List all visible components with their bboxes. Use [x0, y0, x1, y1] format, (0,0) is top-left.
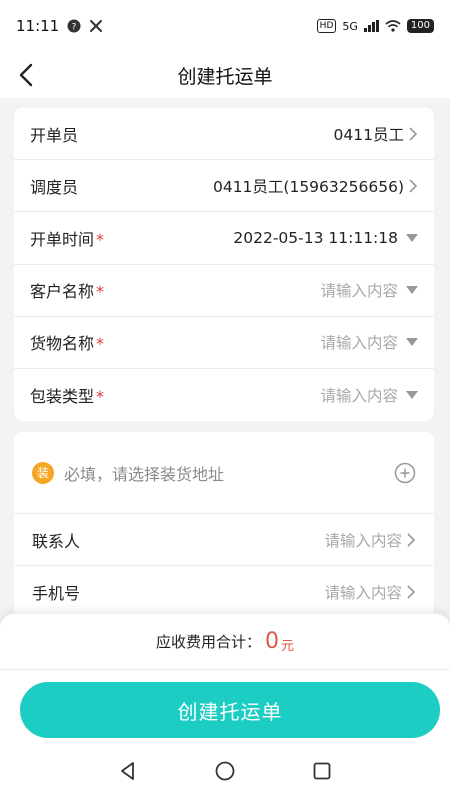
- form-row-order-time[interactable]: 开单时间 * 2022-05-13 11:11:18: [14, 212, 434, 265]
- order-info-card: 开单员 0411员工 调度员 0411员工(15963256656) 开单时间 *…: [14, 108, 434, 421]
- nav-back-icon[interactable]: [117, 760, 139, 782]
- row-label-text: 货物名称: [30, 334, 95, 354]
- row-label: 货物名称 *: [30, 330, 104, 354]
- form-row-dispatcher[interactable]: 调度员 0411员工(15963256656): [14, 160, 434, 213]
- dropdown-arrow-icon: [406, 391, 418, 400]
- chevron-right-icon: [409, 127, 418, 141]
- chevron-right-icon: [409, 179, 418, 193]
- loading-badge: 装: [32, 461, 54, 484]
- total-amount: 0: [265, 629, 279, 654]
- row-label: 联系人: [32, 531, 81, 551]
- status-right: HD 5G 100: [316, 19, 434, 33]
- nav-home-icon[interactable]: [214, 760, 236, 782]
- row-placeholder: 请输入内容: [324, 583, 402, 602]
- address-prompt: 必填，请选择装货地址: [64, 464, 225, 484]
- chevron-right-icon: [407, 584, 416, 599]
- total-fee-row: 应收费用合计： 0 元: [0, 614, 450, 670]
- form-row-packaging[interactable]: 包装类型 * 请输入内容: [14, 369, 434, 421]
- battery-icon: 100: [406, 19, 434, 33]
- signal-icon: [363, 20, 379, 32]
- form-row-customer[interactable]: 客户名称 * 请输入内容: [14, 265, 434, 317]
- row-value: 2022-05-13 11:11:18: [233, 229, 418, 247]
- loading-address-card: 装 必填，请选择装货地址 联系人 请输入内容 手机号 请输入内容: [14, 432, 434, 622]
- status-time: 11:11: [16, 17, 60, 35]
- row-value: 请输入内容: [320, 279, 418, 301]
- required-mark: *: [96, 229, 105, 249]
- required-mark: *: [96, 282, 105, 302]
- row-value-text: 0411员工: [333, 125, 404, 144]
- row-placeholder: 请输入内容: [324, 531, 402, 550]
- title-bar: 创建托运单: [0, 52, 450, 98]
- row-label: 客户名称 *: [30, 278, 104, 302]
- form-row-issuer[interactable]: 开单员 0411员工: [14, 108, 434, 161]
- system-nav-bar: [0, 742, 450, 800]
- row-label: 包装类型 *: [30, 383, 104, 407]
- form-row-contact[interactable]: 联系人 请输入内容: [14, 514, 434, 566]
- chevron-right-icon: [407, 532, 416, 547]
- hd-badge: HD: [316, 19, 337, 33]
- row-label: 手机号: [32, 583, 81, 603]
- dropdown-arrow-icon: [406, 286, 418, 295]
- wifi-icon: [385, 20, 401, 32]
- page-title: 创建托运单: [177, 65, 273, 88]
- total-label: 应收费用合计：: [155, 633, 261, 651]
- row-label: 开单员: [30, 125, 79, 145]
- nav-recents-icon[interactable]: [311, 760, 333, 782]
- row-label-text: 包装类型: [30, 387, 95, 407]
- loading-address-row[interactable]: 装 必填，请选择装货地址: [14, 432, 434, 514]
- svg-text:?: ?: [72, 23, 77, 33]
- row-label-text: 客户名称: [30, 282, 95, 302]
- network-label: 5G: [342, 19, 358, 33]
- add-circle-icon[interactable]: [394, 462, 416, 484]
- row-label: 调度员: [30, 177, 79, 197]
- dropdown-arrow-icon: [406, 233, 418, 242]
- help-circle-icon: ?: [67, 19, 81, 33]
- total-unit: 元: [281, 639, 295, 654]
- back-arrow-icon[interactable]: [14, 62, 40, 88]
- row-value-text: 2022-05-13 11:11:18: [233, 228, 398, 247]
- dropdown-arrow-icon: [406, 338, 418, 347]
- row-value: 请输入内容: [320, 384, 418, 406]
- row-label-text: 开单时间: [30, 229, 95, 249]
- row-value: 0411员工(15963256656): [213, 175, 418, 197]
- create-order-button[interactable]: 创建托运单: [20, 682, 440, 738]
- status-bar: 11:11 ? HD 5G 100: [0, 0, 450, 52]
- form-row-goods[interactable]: 货物名称 * 请输入内容: [14, 317, 434, 369]
- row-value: 请输入内容: [320, 331, 418, 353]
- row-placeholder: 请输入内容: [320, 387, 398, 406]
- required-mark: *: [96, 387, 105, 407]
- form-row-phone[interactable]: 手机号 请输入内容: [14, 566, 434, 618]
- status-left: 11:11 ?: [16, 17, 103, 35]
- tools-icon: [90, 20, 103, 32]
- row-value: 请输入内容: [324, 529, 416, 551]
- required-mark: *: [96, 334, 105, 354]
- row-placeholder: 请输入内容: [320, 282, 398, 301]
- row-value: 0411员工: [334, 123, 418, 145]
- row-label: 开单时间 *: [30, 226, 104, 250]
- row-value: 请输入内容: [324, 581, 416, 603]
- row-placeholder: 请输入内容: [320, 334, 398, 353]
- row-value-text: 0411员工(15963256656): [212, 177, 404, 196]
